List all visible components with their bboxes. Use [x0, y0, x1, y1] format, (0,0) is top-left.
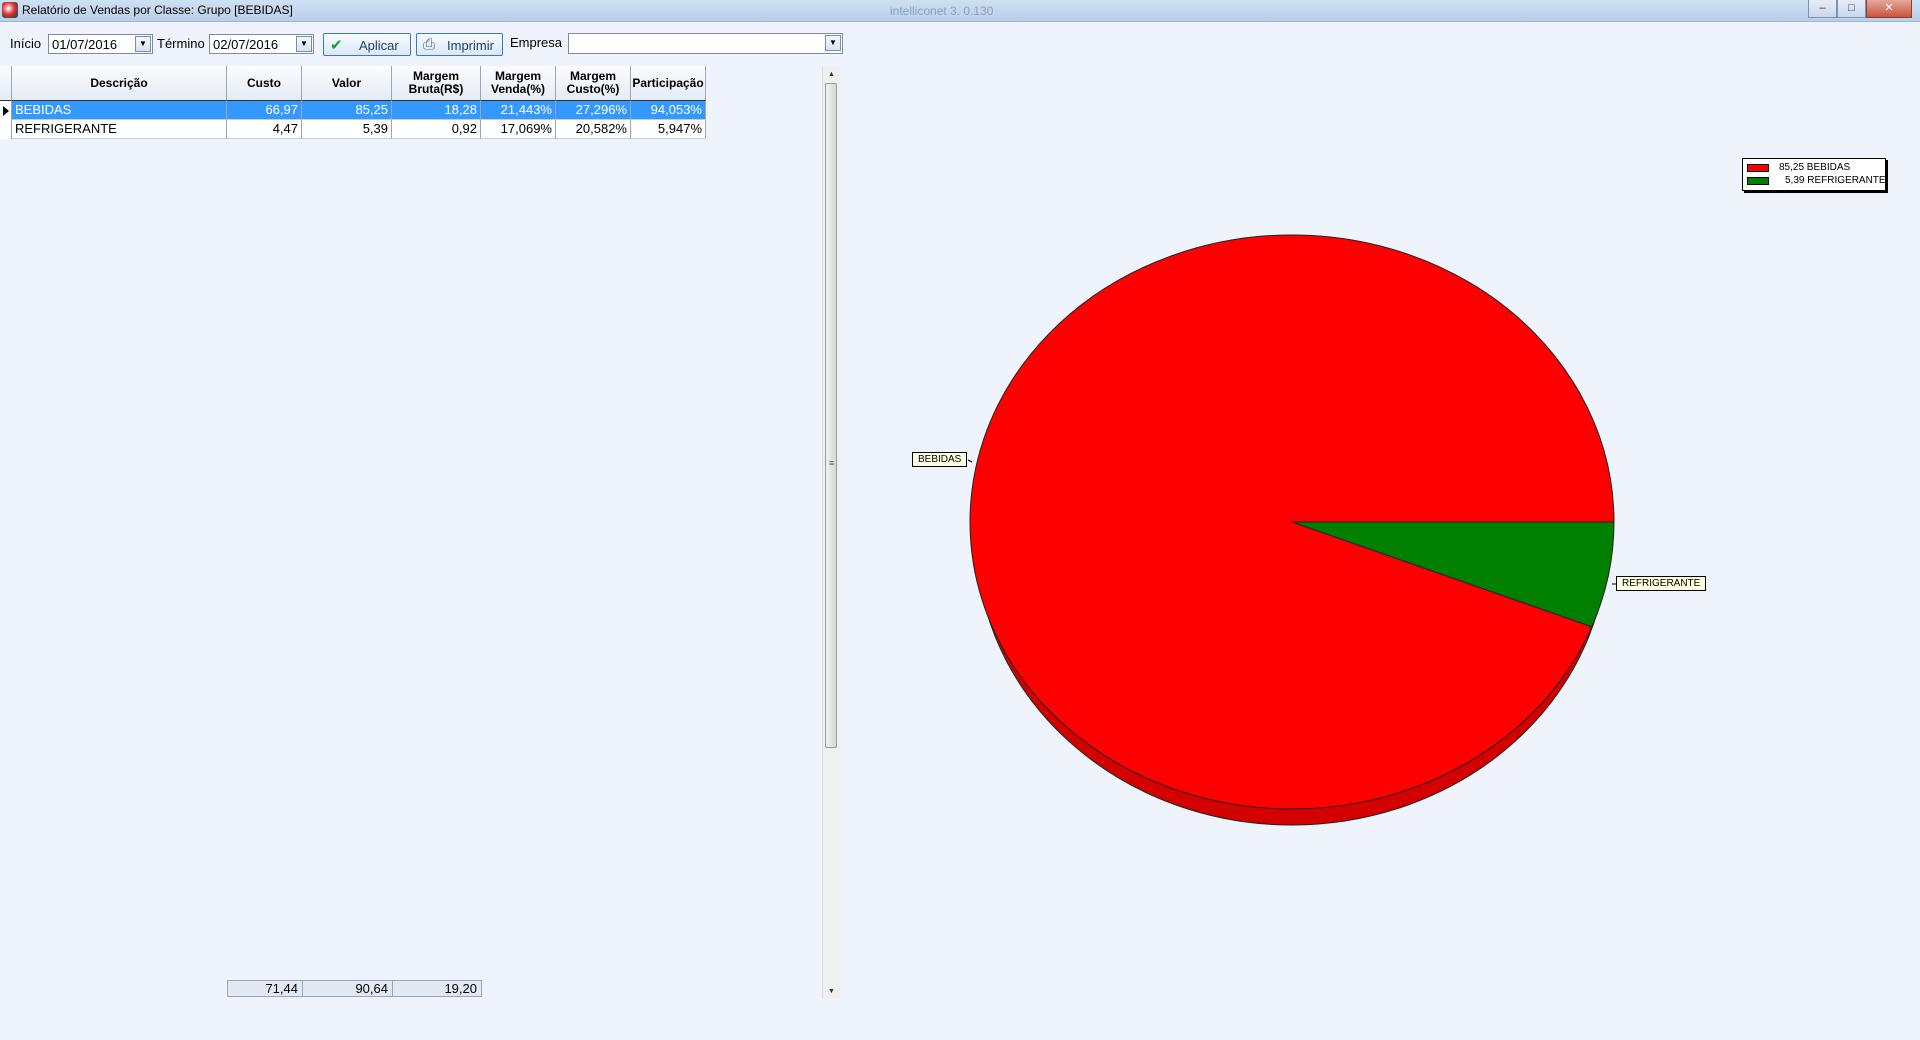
cell-margem-venda[interactable]: 21,443%	[481, 101, 556, 120]
scroll-down-icon[interactable]: ▼	[823, 984, 840, 999]
chart-legend: 85,25 BEBIDAS 5,39 REFRIGERANTE	[1742, 158, 1886, 191]
legend-swatch	[1747, 164, 1769, 172]
slice-label-bebidas: BEBIDAS	[912, 452, 968, 467]
printer-icon: ⎙	[423, 36, 436, 53]
column-header-participacao[interactable]: Participação	[631, 66, 706, 101]
legend-label: 5,39 REFRIGERANTE	[1785, 175, 1886, 186]
total-custo: 71,44	[227, 980, 303, 997]
window-title: Relatório de Vendas por Classe: Grupo [B…	[22, 3, 293, 17]
cell-valor[interactable]: 5,39	[302, 120, 392, 139]
column-header-margem-venda[interactable]: Margem Venda(%)	[481, 66, 556, 101]
cell-participacao[interactable]: 94,053%	[631, 101, 706, 120]
maximize-button[interactable]: □	[1837, 0, 1866, 18]
column-header-descricao[interactable]: Descrição	[12, 66, 227, 101]
current-row-arrow-icon	[3, 106, 9, 116]
row-indicator	[0, 120, 12, 139]
pie-slice-bebidas	[969, 234, 1615, 810]
cell-custo[interactable]: 66,97	[227, 101, 302, 120]
legend-swatch	[1747, 177, 1769, 185]
company-select[interactable]: ▼	[568, 33, 843, 54]
grid-vertical-scrollbar[interactable]: ▲ ≡ ▼	[822, 67, 840, 999]
cell-descricao[interactable]: REFRIGERANTE	[12, 120, 227, 139]
app-version-title: intelliconet 3. 0.130	[890, 4, 994, 18]
slice-label-refrigerante: REFRIGERANTE	[1616, 576, 1707, 591]
legend-label: 85,25 BEBIDAS	[1779, 162, 1851, 173]
cell-margem-bruta[interactable]: 18,28	[392, 101, 481, 120]
column-header-custo[interactable]: Custo	[227, 66, 302, 101]
cell-valor[interactable]: 85,25	[302, 101, 392, 120]
slice-label-connector	[967, 459, 973, 463]
chevron-down-icon[interactable]: ▼	[825, 35, 841, 51]
pie-depth	[975, 250, 1609, 826]
end-date-label: Término	[157, 36, 205, 51]
cell-margem-bruta[interactable]: 0,92	[392, 120, 481, 139]
cell-descricao[interactable]: BEBIDAS	[12, 101, 227, 120]
start-date-label: Início	[10, 36, 42, 51]
cell-margem-venda[interactable]: 17,069%	[481, 120, 556, 139]
row-indicator-header	[0, 66, 12, 101]
start-date-field[interactable]: 01/07/2016 ▼	[48, 34, 153, 54]
print-button[interactable]: ⎙ Imprimir	[416, 33, 503, 56]
checkmark-icon: ✔	[330, 37, 343, 54]
scroll-up-icon[interactable]: ▲	[823, 67, 840, 82]
app-icon	[2, 2, 18, 18]
chevron-down-icon[interactable]: ▼	[135, 36, 151, 52]
total-margem-bruta: 19,20	[392, 980, 482, 997]
end-date-field[interactable]: 02/07/2016 ▼	[209, 34, 314, 54]
start-date-value: 01/07/2016	[52, 37, 118, 52]
cell-custo[interactable]: 4,47	[227, 120, 302, 139]
row-indicator	[0, 101, 12, 120]
column-header-margem-custo[interactable]: Margem Custo(%)	[556, 66, 631, 101]
cell-margem-custo[interactable]: 20,582%	[556, 120, 631, 139]
cell-participacao[interactable]: 5,947%	[631, 120, 706, 139]
column-header-valor[interactable]: Valor	[302, 66, 392, 101]
title-bar: Relatório de Vendas por Classe: Grupo [B…	[0, 0, 1920, 22]
chevron-down-icon[interactable]: ▼	[296, 36, 312, 52]
pie-slice-refrigerante	[1291, 521, 1615, 628]
total-valor: 90,64	[302, 980, 393, 997]
column-header-margem-bruta[interactable]: Margem Bruta(R$)	[392, 66, 481, 101]
pie-chart	[967, 234, 1616, 826]
minimize-button[interactable]: –	[1808, 0, 1837, 18]
company-label: Empresa	[510, 35, 563, 50]
print-button-label: Imprimir	[447, 38, 494, 53]
end-date-value: 02/07/2016	[213, 37, 279, 52]
cell-margem-custo[interactable]: 27,296%	[556, 101, 631, 120]
apply-button-label: Aplicar	[359, 38, 399, 53]
scrollbar-thumb[interactable]: ≡	[825, 83, 837, 748]
apply-button[interactable]: ✔ Aplicar	[323, 33, 411, 56]
close-button[interactable]: ✕	[1866, 0, 1912, 18]
